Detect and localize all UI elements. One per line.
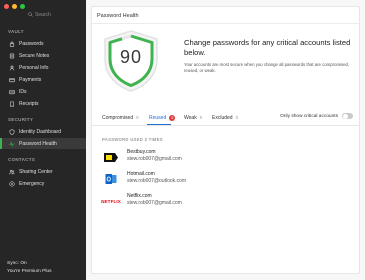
close-window-button[interactable] (4, 4, 9, 9)
tab-label: Weak (184, 114, 197, 121)
tab-count: 0 (235, 115, 239, 120)
toggle-switch[interactable] (342, 113, 353, 119)
sidebar-item-password-health[interactable]: Password Health (0, 138, 86, 149)
id-card-icon (9, 89, 15, 94)
shield-icon (9, 128, 15, 135)
section-title-security: SECURITY (8, 117, 34, 122)
card-icon (9, 77, 15, 82)
health-description: Your accounts are most secure when you c… (184, 62, 350, 73)
section-title-vault: VAULT (8, 29, 24, 34)
plan-label: You're Premium Plus (7, 269, 52, 274)
list-item[interactable]: Bestbuy.com stew.rob007@gmail.com (102, 149, 302, 167)
sidebar-item-identity-dashboard[interactable]: Identity Dashboard (0, 126, 86, 137)
entry-username: stew.rob007@gmail.com (127, 199, 182, 206)
entry-username: stew.rob007@outlook.com (127, 177, 186, 184)
sidebar-item-label: Password Health (19, 140, 57, 147)
sidebar-item-label: Secure Notes (19, 52, 50, 59)
sync-status: Sync: On (7, 261, 27, 266)
sidebar-item-emergency[interactable]: Emergency (0, 178, 86, 189)
entry-username: stew.rob007@gmail.com (127, 155, 182, 162)
divider (92, 125, 359, 126)
toggle-label: Only show critical accounts (280, 113, 338, 119)
tab-excluded[interactable]: Excluded 0 (212, 113, 238, 122)
group-label: PASSWORD USED 3 TIMES (102, 137, 163, 142)
list-item[interactable]: NETFLIX Netflix.com stew.rob007@gmail.co… (101, 193, 302, 211)
lock-icon (9, 41, 15, 47)
tab-label: Excluded (212, 114, 233, 121)
bestbuy-logo (102, 151, 120, 163)
health-headline: Change passwords for any critical accoun… (184, 38, 351, 57)
netflix-logo: NETFLIX (101, 198, 121, 204)
sidebar-item-label: Payments (19, 76, 42, 83)
password-health-card: Password Health 90 Change passwords for … (91, 6, 360, 274)
sidebar-item-payments[interactable]: Payments (0, 74, 86, 85)
sidebar-item-secure-notes[interactable]: Secure Notes (0, 50, 86, 61)
tab-count-badge: 3 (169, 114, 176, 121)
minimize-window-button[interactable] (12, 4, 17, 9)
section-title-contacts: CONTACTS (8, 157, 36, 162)
sidebar-item-passwords[interactable]: Passwords (0, 38, 86, 49)
search-icon (28, 12, 33, 17)
page-title: Password Health (97, 13, 139, 19)
health-score: 90 (119, 47, 143, 67)
sidebar-item-label: Sharing Center (19, 168, 53, 175)
tab-label: Reused (149, 114, 167, 121)
tab-weak[interactable]: Weak 0 (184, 113, 202, 122)
critical-accounts-toggle[interactable]: Only show critical accounts (280, 113, 353, 119)
sidebar: Search VAULT Passwords Secure Notes Pers… (0, 0, 86, 280)
receipt-icon (10, 101, 14, 107)
sidebar-item-label: Receipts (19, 100, 39, 107)
sidebar-item-receipts[interactable]: Receipts (0, 98, 86, 109)
note-icon (9, 53, 15, 58)
sidebar-item-label: Identity Dashboard (19, 128, 61, 135)
tab-label: Compromised (102, 114, 134, 121)
tab-reused[interactable]: Reused 3 (149, 113, 176, 122)
maximize-window-button[interactable] (20, 4, 25, 9)
search-input[interactable]: Search (28, 11, 82, 19)
share-icon (9, 169, 15, 174)
pulse-icon (9, 141, 15, 147)
divider (92, 23, 359, 24)
tab-count: 0 (199, 115, 203, 120)
tab-count: 0 (136, 115, 139, 120)
emergency-icon (9, 180, 15, 187)
sidebar-item-personal-info[interactable]: Personal Info (0, 62, 86, 73)
sidebar-item-label: Passwords (19, 40, 44, 47)
search-placeholder: Search (35, 12, 51, 18)
list-item[interactable]: Hotmail.com stew.rob007@outlook.com (102, 171, 302, 189)
health-tabs: Compromised 0 Reused 3 Weak 0 Excluded 0… (92, 112, 359, 126)
window-controls (4, 4, 25, 9)
tab-compromised[interactable]: Compromised 0 (102, 113, 139, 122)
account-status[interactable]: Sync: On You're Premium Plus (7, 258, 51, 274)
person-icon (9, 65, 15, 70)
outlook-logo (102, 173, 120, 185)
sidebar-item-label: IDs (19, 88, 27, 95)
sidebar-item-sharing-center[interactable]: Sharing Center (0, 166, 86, 177)
main-panel: Password Health 90 Change passwords for … (86, 0, 365, 280)
sidebar-item-ids[interactable]: IDs (0, 86, 86, 97)
sidebar-item-label: Emergency (19, 180, 45, 187)
sidebar-item-label: Personal Info (19, 64, 49, 71)
